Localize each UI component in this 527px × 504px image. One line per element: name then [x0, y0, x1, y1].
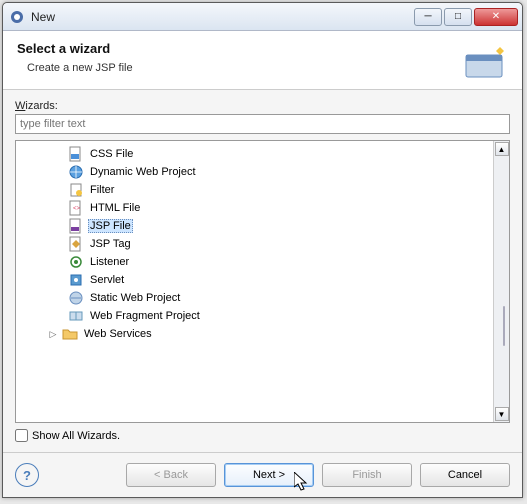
- close-button[interactable]: ✕: [474, 8, 518, 26]
- tree-item[interactable]: Filter: [18, 181, 491, 199]
- tree-item-label: Filter: [88, 184, 116, 196]
- back-button[interactable]: < Back: [126, 463, 216, 487]
- show-all-label: Show All Wizards.: [32, 430, 120, 442]
- tree-item[interactable]: Static Web Project: [18, 289, 491, 307]
- wizard-tree-container: CSS File Dynamic Web Project Filter <> HTML …: [15, 140, 510, 423]
- tree-item[interactable]: JSP File: [18, 217, 491, 235]
- scroll-up-button[interactable]: ▲: [495, 142, 509, 156]
- tree-item-label: HTML File: [88, 202, 142, 214]
- tree-item-label: Static Web Project: [88, 292, 182, 304]
- wizards-label: Wizards:: [15, 100, 510, 112]
- maximize-button[interactable]: □: [444, 8, 472, 26]
- minimize-button[interactable]: ─: [414, 8, 442, 26]
- finish-button[interactable]: Finish: [322, 463, 412, 487]
- scroll-thumb[interactable]: [503, 306, 505, 346]
- html-file-icon: <>: [68, 200, 84, 216]
- filter-input[interactable]: [15, 114, 510, 134]
- tree-item-label: Web Fragment Project: [88, 310, 202, 322]
- scrollbar[interactable]: ▲ ▼: [493, 141, 509, 422]
- window-title: New: [31, 10, 414, 24]
- tree-item-label: Dynamic Web Project: [88, 166, 198, 178]
- tree-item[interactable]: CSS File: [18, 145, 491, 163]
- static-web-icon: [68, 290, 84, 306]
- next-button[interactable]: Next >: [224, 463, 314, 487]
- wizard-icon: [460, 41, 508, 81]
- tree-item[interactable]: Listener: [18, 253, 491, 271]
- banner-title: Select a wizard: [17, 41, 460, 56]
- svg-text:<>: <>: [73, 206, 81, 212]
- folder-icon: [62, 326, 78, 342]
- servlet-icon: [68, 272, 84, 288]
- tree-item[interactable]: JSP Tag: [18, 235, 491, 253]
- css-file-icon: [68, 146, 84, 162]
- button-bar: ? < Back Next > Finish Cancel: [3, 452, 522, 497]
- web-project-icon: [68, 164, 84, 180]
- tree-item-label: JSP File: [88, 219, 133, 233]
- content-area: Wizards: CSS File Dynamic Web Project Filt…: [3, 90, 522, 452]
- scroll-down-button[interactable]: ▼: [495, 407, 509, 421]
- jsp-tag-icon: [68, 236, 84, 252]
- fragment-icon: [68, 308, 84, 324]
- banner-desc: Create a new JSP file: [17, 62, 460, 74]
- tree-item[interactable]: Servlet: [18, 271, 491, 289]
- tree-item[interactable]: <> HTML File: [18, 199, 491, 217]
- app-icon: [9, 9, 25, 25]
- help-button[interactable]: ?: [15, 463, 39, 487]
- banner: Select a wizard Create a new JSP file: [3, 31, 522, 90]
- tree-item-label: CSS File: [88, 148, 135, 160]
- wizard-tree[interactable]: CSS File Dynamic Web Project Filter <> HTML …: [16, 141, 493, 422]
- tree-item-label: Servlet: [88, 274, 126, 286]
- cancel-button[interactable]: Cancel: [420, 463, 510, 487]
- dialog-window: New ─ □ ✕ Select a wizard Create a new J…: [2, 2, 523, 498]
- tree-item-label: JSP Tag: [88, 238, 133, 250]
- listener-icon: [68, 254, 84, 270]
- tree-item[interactable]: Dynamic Web Project: [18, 163, 491, 181]
- jsp-file-icon: [68, 218, 84, 234]
- tree-folder[interactable]: ▷ Web Services: [18, 325, 491, 343]
- show-all-checkbox[interactable]: [15, 429, 28, 442]
- tree-folder-label: Web Services: [82, 328, 154, 340]
- filter-icon: [68, 182, 84, 198]
- tree-item-label: Listener: [88, 256, 131, 268]
- expander-icon[interactable]: ▷: [48, 329, 58, 340]
- titlebar[interactable]: New ─ □ ✕: [3, 3, 522, 31]
- tree-item[interactable]: Web Fragment Project: [18, 307, 491, 325]
